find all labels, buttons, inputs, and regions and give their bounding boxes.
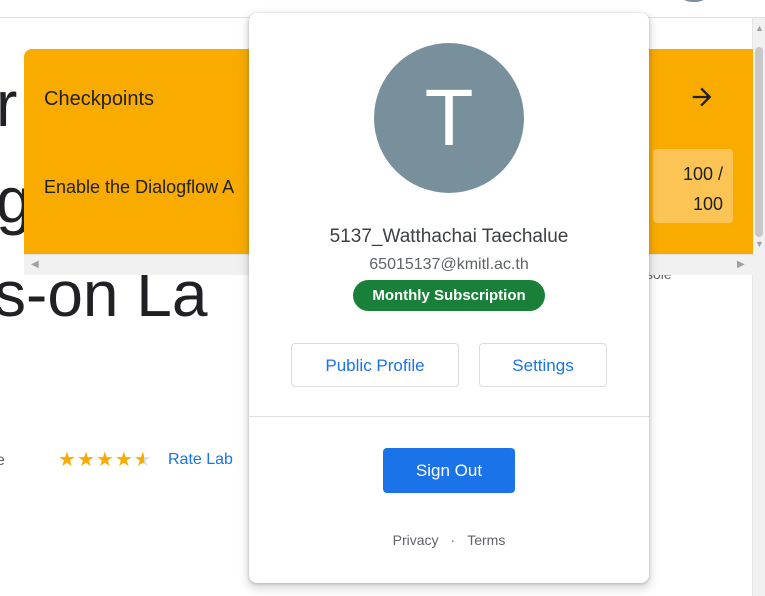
user-email: 65015137@kmitl.ac.th (369, 256, 529, 273)
checkpoints-vertical-scrollbar[interactable]: ▲ ▼ (753, 21, 765, 254)
star-icon: ★ (114, 449, 133, 471)
arrow-right-icon[interactable] (688, 83, 716, 111)
scroll-up-icon[interactable]: ▲ (755, 23, 764, 33)
star-icon: ★ (76, 449, 95, 471)
checkpoints-title: Checkpoints (44, 88, 155, 110)
scroll-right-icon[interactable]: ▶ (737, 259, 745, 270)
rate-lab-link[interactable]: Rate Lab (168, 451, 233, 469)
privacy-link[interactable]: Privacy (393, 532, 439, 548)
score-total: 100 (692, 194, 723, 214)
public-profile-button[interactable]: Public Profile (291, 343, 459, 387)
settings-button[interactable]: Settings (479, 343, 607, 387)
checkpoint-task: Enable the Dialogflow A (44, 177, 235, 197)
divider (249, 416, 649, 417)
scroll-left-icon[interactable]: ◀ (31, 259, 39, 270)
sign-out-button[interactable]: Sign Out (383, 448, 515, 493)
subscription-badge: Monthly Subscription (353, 280, 545, 311)
rating-stars: ★ ★ ★ ★ ★ (58, 448, 152, 472)
header-avatar[interactable] (676, 0, 712, 2)
lab-meta-fragment: e (0, 452, 5, 469)
scroll-down-icon[interactable]: ▼ (755, 239, 764, 249)
footer-links: Privacy · Terms (249, 532, 649, 548)
avatar: T (374, 43, 524, 193)
footer-separator: · (450, 532, 456, 548)
star-icon: ★ (58, 449, 76, 471)
scrollbar-thumb[interactable] (755, 47, 763, 237)
terms-link[interactable]: Terms (467, 532, 505, 548)
checkpoint-score: 100 / 100 (653, 149, 733, 223)
lab-title-fragment: r (0, 68, 18, 140)
account-popup: T 5137_Watthachai Taechalue 65015137@kmi… (249, 13, 649, 583)
half-star-icon: ★ (133, 449, 152, 471)
score-value: 100 / (682, 164, 723, 184)
user-name: 5137_Watthachai Taechalue (329, 226, 569, 247)
star-icon: ★ (95, 449, 114, 471)
